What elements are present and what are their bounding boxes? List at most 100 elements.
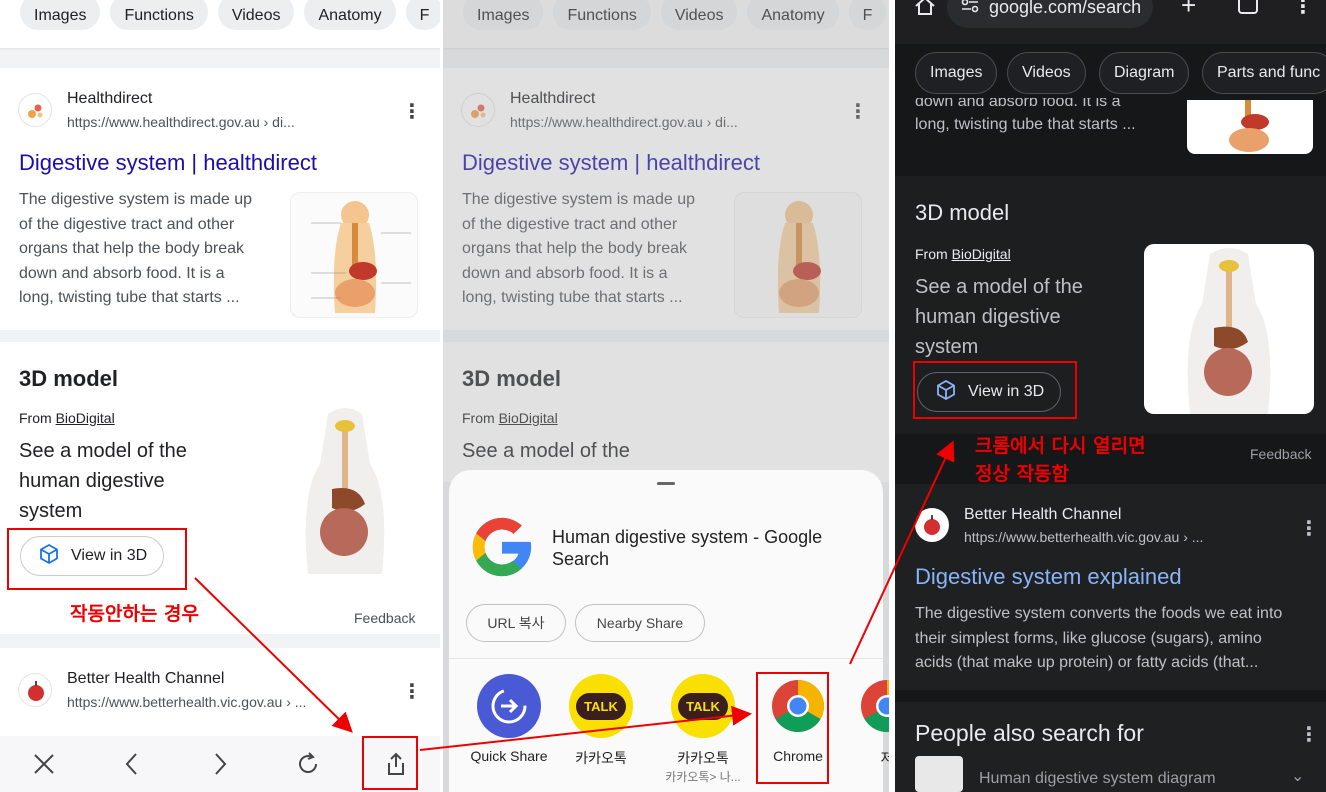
sheet-divider: [449, 658, 883, 659]
result-url[interactable]: https://www.betterhealth.vic.gov.au › ..…: [964, 529, 1203, 545]
desc-line: See a model of the: [915, 276, 1083, 298]
digestive-diagram-thumbnail[interactable]: [1187, 100, 1313, 154]
3d-model-heading: 3D model: [19, 366, 119, 391]
app-label: Quick Share: [470, 748, 548, 764]
3d-body-preview[interactable]: [270, 404, 420, 574]
biodigital-link[interactable]: BioDigital: [56, 410, 115, 426]
copy-url-button[interactable]: URL 복사: [466, 604, 566, 642]
app-kakaotalk[interactable]: TALK 카카오톡: [561, 674, 641, 768]
desc-line: human digestive: [915, 306, 1061, 328]
chip-more[interactable]: F: [405, 0, 440, 30]
nearby-share-button[interactable]: Nearby Share: [575, 604, 705, 642]
browser-bottom-toolbar: [0, 736, 440, 792]
3d-model-card: 3D model From BioDigital See a model of …: [0, 342, 440, 634]
chip-images[interactable]: Images: [20, 0, 101, 30]
snippet-line: long, twisting tube that starts ...: [19, 289, 240, 306]
result-card-healthdirect: Healthdirect https://www.healthdirect.go…: [0, 68, 440, 330]
share-title-line: Search: [552, 549, 610, 569]
feedback-link[interactable]: Feedback: [354, 610, 415, 626]
chip-videos[interactable]: Videos: [217, 0, 295, 30]
result-card-betterhealth: Better Health Channel https://www.better…: [895, 484, 1326, 690]
app-more[interactable]: 저: [847, 674, 889, 768]
share-page-title: Human digestive system - Google Search: [552, 526, 822, 570]
cube-3d-icon: [37, 542, 61, 571]
chip-parts-and-functions[interactable]: Parts and func: [1202, 52, 1326, 94]
related-search-item[interactable]: Human digestive system diagram: [979, 770, 1216, 788]
3d-model-description: See a model of the human digestive syste…: [915, 272, 1083, 362]
snippet-line: long, twisting tube that starts ...: [915, 116, 1136, 133]
app-sublabel: 카카오톡> 나...: [665, 770, 741, 784]
share-icon[interactable]: [376, 744, 416, 784]
people-also-search-card: People also search for ⋮ Human digestive…: [895, 702, 1326, 792]
quick-share-icon: [477, 674, 541, 738]
result-source-name: Better Health Channel: [964, 506, 1122, 523]
snippet-line: organs that help the body break: [19, 240, 245, 257]
annotation-works-in-chrome: 크롬에서 다시 열리면 정상 작동함: [975, 432, 1146, 488]
result-url[interactable]: https://www.betterhealth.vic.gov.au › ..…: [67, 694, 306, 710]
share-sheet: Human digestive system - Google Search U…: [449, 470, 889, 792]
panel-chrome-working: google.com/search + ⋮ Images Videos Diag…: [895, 0, 1326, 792]
chip-images[interactable]: Images: [915, 52, 998, 94]
result-card-betterhealth: Better Health Channel https://www.better…: [0, 648, 440, 748]
snippet-line: The digestive system is made up: [19, 191, 252, 208]
reload-icon[interactable]: [288, 744, 328, 784]
annotation-line: 정상 작동함: [975, 463, 1070, 485]
result-title-link[interactable]: Digestive system | healthdirect: [19, 150, 317, 176]
app-label: 저: [880, 750, 889, 766]
view-in-3d-label: View in 3D: [71, 547, 148, 564]
more-options-icon[interactable]: ⋮: [402, 682, 422, 702]
more-options-icon[interactable]: ⋮: [402, 102, 422, 122]
related-thumbnail: [915, 756, 963, 792]
3d-model-description: See a model of the human digestive syste…: [19, 436, 249, 526]
tab-switcher-icon[interactable]: [1238, 0, 1258, 14]
app-label: Chrome: [773, 748, 823, 764]
chrome-toolbar: google.com/search + ⋮: [895, 0, 1326, 44]
chrome-icon: [766, 674, 830, 738]
back-icon[interactable]: [112, 744, 152, 784]
3d-model-card: 3D model From BioDigital See a model of …: [895, 176, 1326, 434]
result-title-link[interactable]: Digestive system explained: [915, 564, 1182, 590]
betterhealth-favicon-icon: [915, 508, 949, 542]
feedback-link[interactable]: Feedback: [1250, 446, 1311, 462]
chip-videos[interactable]: Videos: [1007, 52, 1086, 94]
desc-line: See a model of the: [19, 440, 187, 462]
snippet-line: down and absorb food. It is a: [19, 264, 225, 282]
chevron-down-icon[interactable]: ⌄: [1291, 766, 1304, 786]
home-icon[interactable]: [913, 0, 937, 23]
snippet-line: acids (that make up protein) or fatty ac…: [915, 654, 1259, 671]
new-tab-icon[interactable]: +: [1181, 0, 1196, 21]
view-in-3d-button[interactable]: View in 3D: [20, 536, 165, 576]
desc-line: human digestive: [19, 470, 165, 492]
address-bar[interactable]: google.com/search: [947, 0, 1153, 28]
app-kakaotalk-me[interactable]: TALK 카카오톡 카카오톡> 나...: [663, 674, 743, 785]
cube-3d-icon: [934, 378, 958, 407]
chip-anatomy[interactable]: Anatomy: [304, 0, 396, 30]
chip-diagram[interactable]: Diagram: [1099, 52, 1190, 94]
from-source: From BioDigital: [19, 410, 115, 426]
healthdirect-favicon-icon: [18, 93, 52, 127]
snippet-line: of the digestive tract and other: [19, 215, 235, 233]
app-label: 카카오톡: [575, 750, 627, 766]
app-chrome[interactable]: Chrome: [758, 674, 838, 764]
desc-line: system: [19, 500, 83, 522]
sheet-drag-handle[interactable]: [657, 482, 675, 485]
close-icon[interactable]: [24, 744, 64, 784]
biodigital-link[interactable]: BioDigital: [952, 246, 1011, 262]
result-snippet-tail: down and absorb food. It is a long, twis…: [915, 98, 1136, 138]
view-in-3d-button[interactable]: View in 3D: [917, 372, 1062, 412]
site-settings-icon[interactable]: [959, 0, 981, 21]
result-url[interactable]: https://www.healthdirect.gov.au › di...: [67, 114, 295, 130]
desc-line: system: [915, 336, 979, 358]
chip-functions[interactable]: Functions: [110, 0, 208, 30]
forward-icon[interactable]: [200, 744, 240, 784]
3d-body-preview[interactable]: [1144, 244, 1314, 414]
app-quick-share[interactable]: Quick Share: [469, 674, 549, 764]
panel-share-sheet: Images Functions Videos Anatomy F Health…: [443, 0, 889, 792]
more-options-icon[interactable]: ⋮: [1299, 722, 1319, 747]
people-also-search-heading: People also search for: [915, 720, 1144, 746]
more-options-icon[interactable]: ⋮: [1299, 516, 1319, 541]
from-source: From BioDigital: [915, 246, 1011, 262]
digestive-diagram-thumbnail[interactable]: [290, 192, 418, 318]
menu-kebab-icon[interactable]: ⋮: [1293, 0, 1313, 19]
chrome-icon: [855, 674, 889, 738]
